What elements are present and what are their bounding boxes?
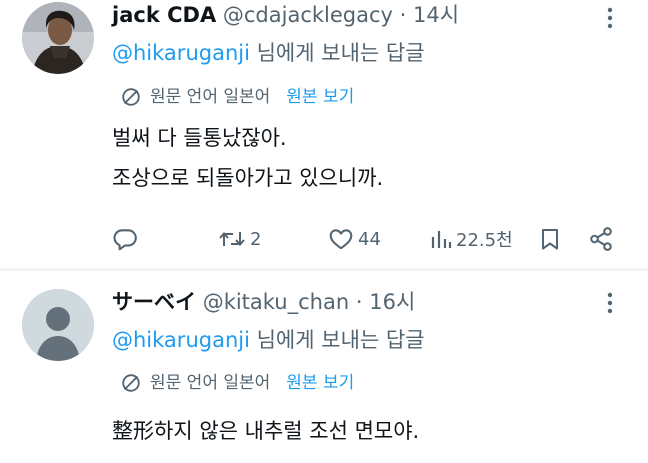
show-original-link[interactable]: 원본 보기 xyxy=(286,84,354,110)
translation-info: 원문 언어 일본어 원본 보기 xyxy=(120,370,354,396)
more-options-icon[interactable] xyxy=(598,291,622,315)
bookmark-icon xyxy=(542,229,558,250)
share-icon xyxy=(590,227,612,251)
replying-to: @hikaruganji 님에게 보내는 답글 xyxy=(112,38,425,68)
separator-dot: · xyxy=(355,290,363,314)
like-button[interactable]: 44 xyxy=(328,224,381,254)
more-options-icon[interactable] xyxy=(598,6,622,30)
tweet-text-line: 整形하지 않은 내추럴 조선 면모야. xyxy=(112,419,420,443)
reply-suffix: 님에게 보내는 답글 xyxy=(249,328,425,352)
views-button[interactable]: 22.5천 xyxy=(430,224,513,254)
user-handle[interactable]: @cdajacklegacy xyxy=(223,3,393,27)
tweet-text-line: 벌써 다 들통났잖아. xyxy=(112,126,287,150)
tweet-text-line: 조상으로 되돌아가고 있으니까. xyxy=(112,166,384,190)
tweet-header: jack CDA @cdajacklegacy · 14시 xyxy=(112,0,459,30)
share-button[interactable] xyxy=(588,224,614,254)
avatar[interactable] xyxy=(22,289,94,361)
retweet-button[interactable]: 2 xyxy=(218,224,261,254)
avatar[interactable] xyxy=(22,2,94,74)
default-avatar-icon xyxy=(22,289,94,361)
reply-suffix: 님에게 보내는 답글 xyxy=(249,41,425,65)
tweet[interactable]: サーベイ @kitaku_chan · 16시 @hikaruganji 님에게… xyxy=(0,271,648,463)
no-translate-icon xyxy=(122,374,140,392)
tweet[interactable]: jack CDA @cdajacklegacy · 14시 @hikarugan… xyxy=(0,0,648,268)
no-translate-icon xyxy=(122,88,140,106)
show-original-link[interactable]: 원본 보기 xyxy=(286,370,354,396)
separator-dot: · xyxy=(399,3,407,27)
retweet-count: 2 xyxy=(250,228,262,250)
user-handle[interactable]: @kitaku_chan xyxy=(203,290,349,314)
retweet-icon xyxy=(219,231,245,247)
timestamp[interactable]: 14시 xyxy=(413,3,459,27)
reply-button[interactable] xyxy=(112,224,138,254)
timestamp[interactable]: 16시 xyxy=(369,290,415,314)
like-count: 44 xyxy=(358,228,381,250)
translation-info: 원문 언어 일본어 원본 보기 xyxy=(120,84,354,110)
mention-link[interactable]: @hikaruganji xyxy=(112,328,250,352)
mention-link[interactable]: @hikaruganji xyxy=(112,41,250,65)
tweet-text: 벌써 다 들통났잖아. 조상으로 되돌아가고 있으니까. xyxy=(112,118,383,198)
views-icon xyxy=(431,231,452,248)
tweet-text: 整形하지 않은 내추럴 조선 면모야. xyxy=(112,411,419,451)
reply-icon xyxy=(113,229,137,251)
display-name[interactable]: サーベイ xyxy=(112,290,196,314)
view-count: 22.5천 xyxy=(456,230,513,251)
translation-source-label: 원문 언어 일본어 xyxy=(150,373,271,393)
bookmark-button[interactable] xyxy=(538,224,562,254)
translation-source-label: 원문 언어 일본어 xyxy=(150,87,271,107)
tweet-header: サーベイ @kitaku_chan · 16시 xyxy=(112,287,415,317)
display-name[interactable]: jack CDA xyxy=(112,3,216,27)
replying-to: @hikaruganji 님에게 보내는 답글 xyxy=(112,325,425,355)
action-bar: 2 44 22.5천 xyxy=(112,224,632,254)
like-icon xyxy=(329,229,353,250)
profile-photo xyxy=(22,2,94,74)
